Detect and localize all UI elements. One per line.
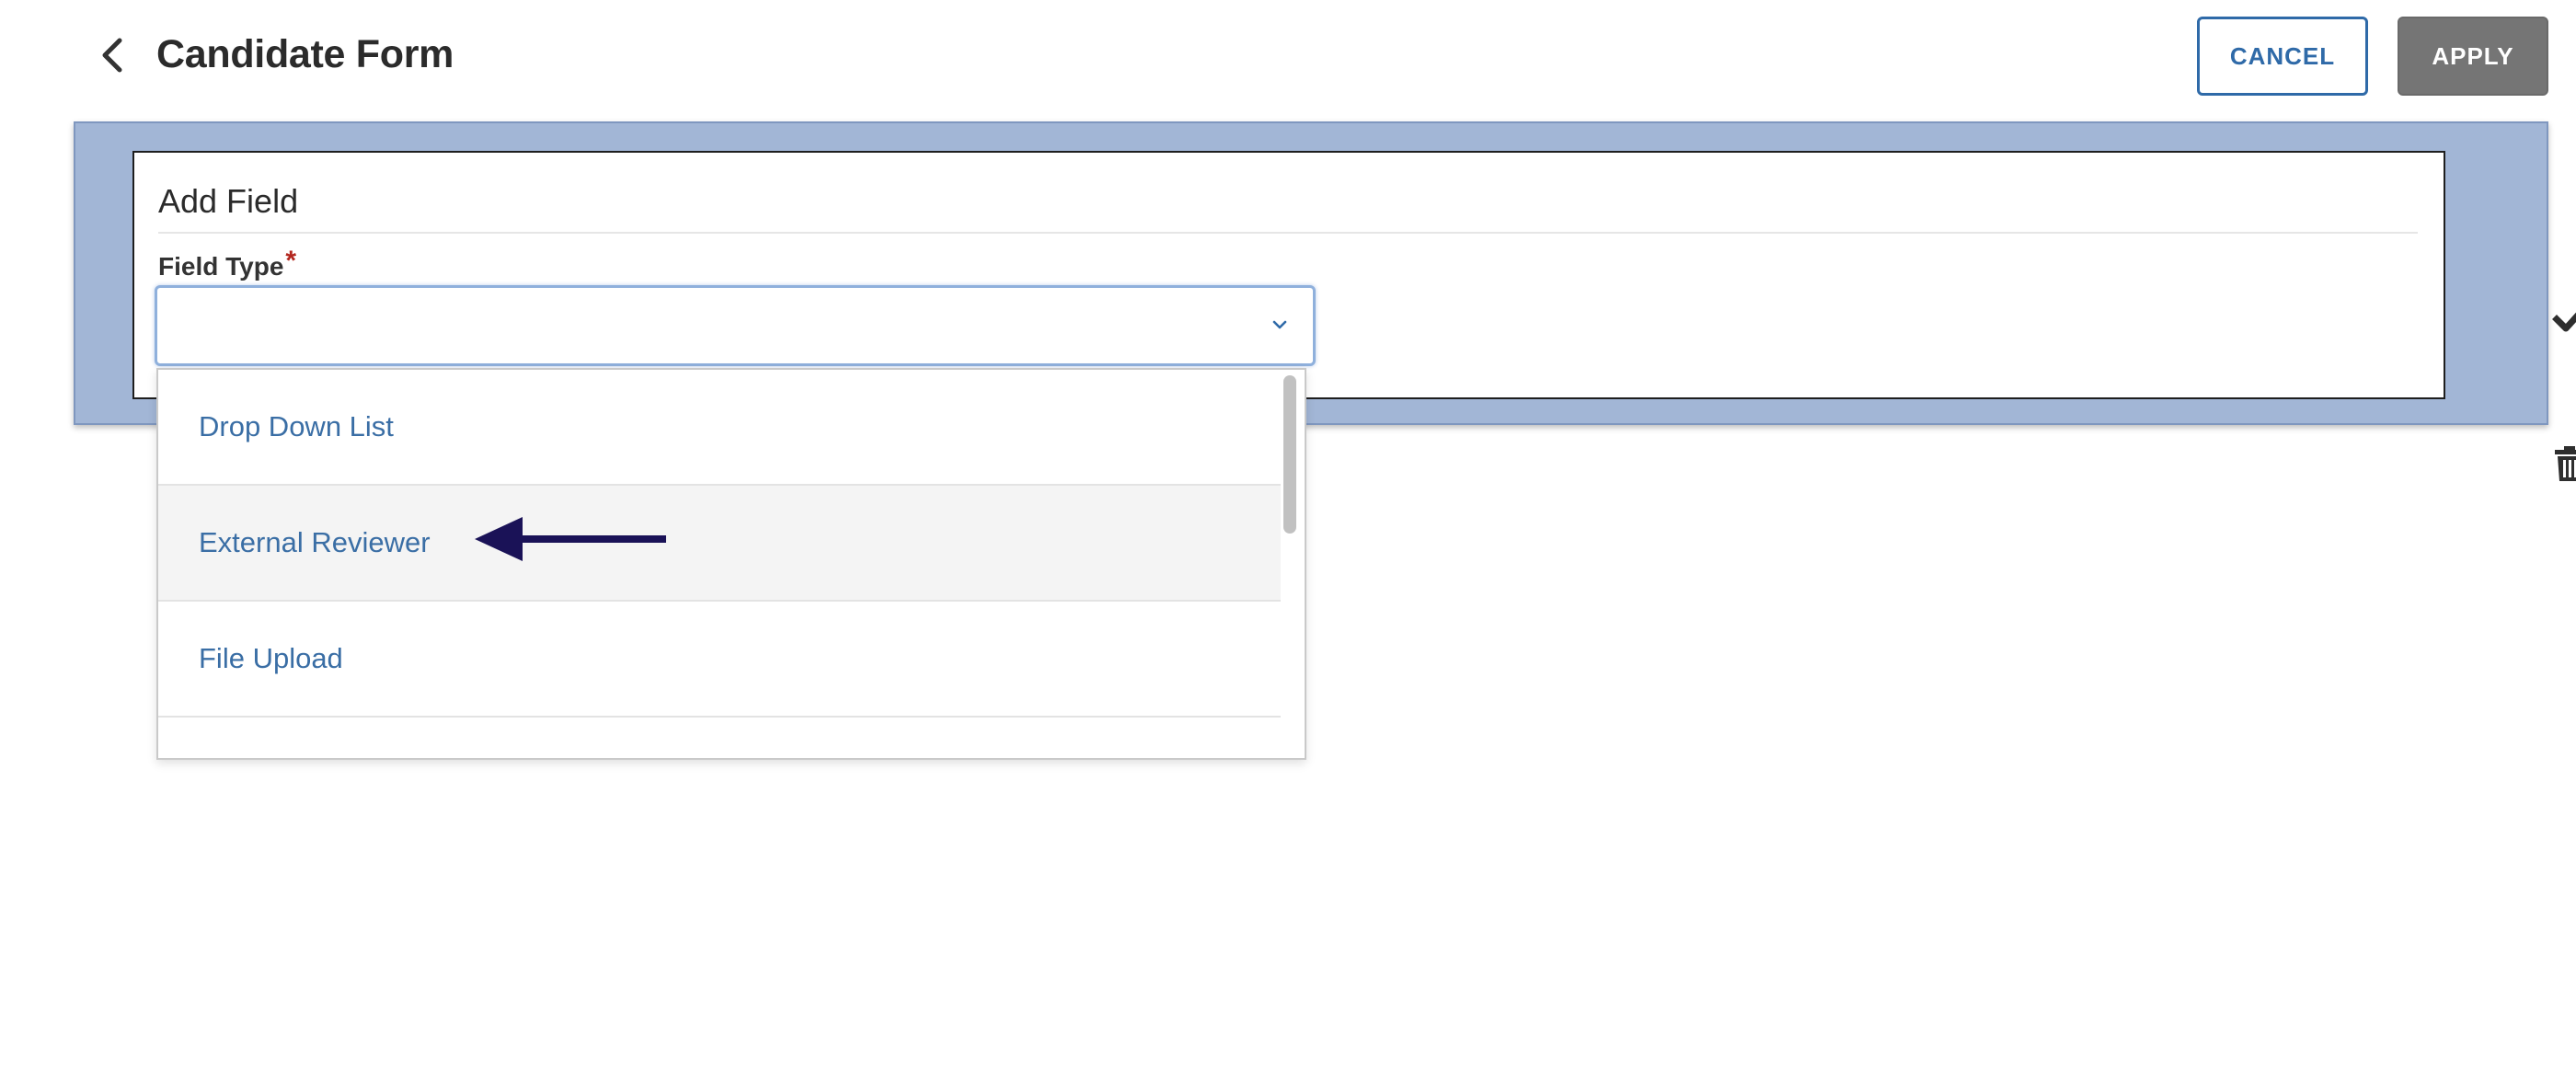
back-button[interactable] <box>92 33 136 77</box>
option-file-upload[interactable]: File Upload <box>158 602 1281 718</box>
field-type-label-text: Field Type <box>158 252 284 281</box>
option-partially-visible[interactable] <box>158 718 1281 758</box>
trash-icon <box>2555 446 2576 481</box>
check-icon <box>2552 312 2576 332</box>
chevron-down-icon <box>1272 320 1287 329</box>
field-type-select[interactable] <box>155 285 1316 366</box>
page-title: Candidate Form <box>156 32 454 76</box>
save-field-button[interactable] <box>2552 300 2576 337</box>
card-title: Add Field <box>158 182 299 220</box>
dropdown-scrollbar[interactable] <box>1281 375 1301 752</box>
option-label: File Upload <box>199 642 343 674</box>
dropdown-list: Drop Down List External Reviewer File Up… <box>158 370 1281 758</box>
option-label: External Reviewer <box>199 526 431 558</box>
required-marker: * <box>285 246 297 276</box>
card-divider <box>158 232 2418 234</box>
apply-button[interactable]: APPLY <box>2398 17 2548 96</box>
delete-field-button[interactable] <box>2554 445 2576 482</box>
arrow-left-icon <box>475 517 666 561</box>
page-header: Candidate Form CANCEL APPLY <box>0 0 2576 110</box>
cancel-button[interactable]: CANCEL <box>2197 17 2368 96</box>
option-drop-down-list[interactable]: Drop Down List <box>158 370 1281 486</box>
chevron-left-icon <box>102 38 122 73</box>
option-external-reviewer[interactable]: External Reviewer <box>158 486 1281 602</box>
option-label: Drop Down List <box>199 410 394 442</box>
dropdown-scrollbar-thumb[interactable] <box>1283 375 1296 534</box>
field-type-dropdown[interactable]: Drop Down List External Reviewer File Up… <box>156 368 1306 760</box>
field-type-label: Field Type* <box>158 246 297 285</box>
